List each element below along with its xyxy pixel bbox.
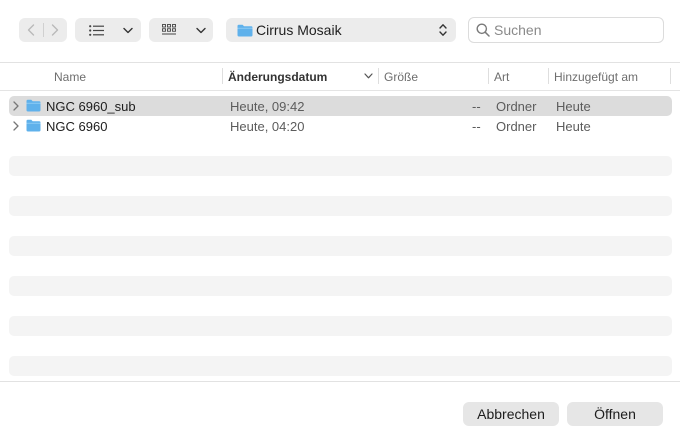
navigation-buttons [19, 18, 67, 42]
group-by-dropdown[interactable] [189, 18, 213, 42]
empty-row-stripe [9, 276, 672, 296]
column-separator[interactable] [222, 68, 223, 84]
list-view-icon [88, 24, 104, 36]
folder-icon [237, 24, 253, 36]
column-header: Name Änderungsdatum Größe Art Hinzugefüg… [0, 63, 680, 91]
location-label: Cirrus Mosaik [256, 22, 342, 38]
empty-row-stripe [9, 156, 672, 176]
empty-row-stripe [9, 236, 672, 256]
empty-row-stripe [9, 196, 672, 216]
location-popup[interactable]: Cirrus Mosaik [226, 18, 456, 42]
file-kind: Ordner [496, 119, 537, 134]
view-list-segment[interactable] [75, 18, 117, 42]
chevron-up-down-icon [439, 24, 447, 36]
column-separator[interactable] [670, 68, 671, 84]
column-separator[interactable] [378, 68, 379, 84]
file-row[interactable]: NGC 6960 Heute, 04:20 -- Ordner Heute [9, 116, 672, 136]
file-added: Heute [556, 119, 591, 134]
file-size: -- [472, 99, 481, 114]
column-date[interactable]: Änderungsdatum [228, 70, 327, 84]
group-by-button[interactable] [149, 18, 213, 42]
chevron-down-icon [123, 27, 133, 33]
disclosure-chevron-icon[interactable] [13, 121, 19, 131]
view-mode-dropdown[interactable] [117, 18, 139, 42]
file-row[interactable]: NGC 6960_sub Heute, 09:42 -- Ordner Heut… [9, 96, 672, 116]
folder-icon [26, 119, 41, 132]
file-name: NGC 6960 [46, 119, 108, 134]
file-date: Heute, 09:42 [230, 99, 305, 114]
column-separator[interactable] [548, 68, 549, 84]
column-size[interactable]: Größe [384, 70, 418, 84]
view-mode-button[interactable] [75, 18, 141, 42]
sort-chevron-down-icon [364, 73, 373, 79]
dialog-footer: Abbrechen Öffnen [0, 382, 680, 446]
search-field[interactable] [468, 17, 664, 43]
toolbar: Cirrus Mosaik [0, 0, 680, 62]
column-name[interactable]: Name [54, 70, 86, 84]
empty-row-stripe [9, 356, 672, 376]
chevron-down-icon [196, 27, 206, 33]
open-button[interactable]: Öffnen [567, 402, 663, 426]
empty-row-stripe [9, 316, 672, 336]
search-input[interactable] [494, 22, 654, 38]
grid-group-icon [162, 24, 176, 35]
file-size: -- [472, 119, 481, 134]
folder-icon [26, 99, 41, 112]
forward-button[interactable] [44, 18, 68, 42]
group-by-segment[interactable] [149, 18, 189, 42]
file-list: NGC 6960_sub Heute, 09:42 -- Ordner Heut… [0, 91, 680, 381]
chevron-left-icon [27, 24, 34, 36]
column-added[interactable]: Hinzugefügt am [554, 70, 638, 84]
file-name: NGC 6960_sub [46, 99, 136, 114]
column-kind[interactable]: Art [494, 70, 509, 84]
chevron-right-icon [52, 24, 59, 36]
back-button[interactable] [19, 18, 43, 42]
disclosure-chevron-icon[interactable] [13, 101, 19, 111]
cancel-button[interactable]: Abbrechen [463, 402, 559, 426]
search-icon [476, 23, 490, 37]
column-separator[interactable] [488, 68, 489, 84]
file-kind: Ordner [496, 99, 537, 114]
file-date: Heute, 04:20 [230, 119, 305, 134]
file-added: Heute [556, 99, 591, 114]
